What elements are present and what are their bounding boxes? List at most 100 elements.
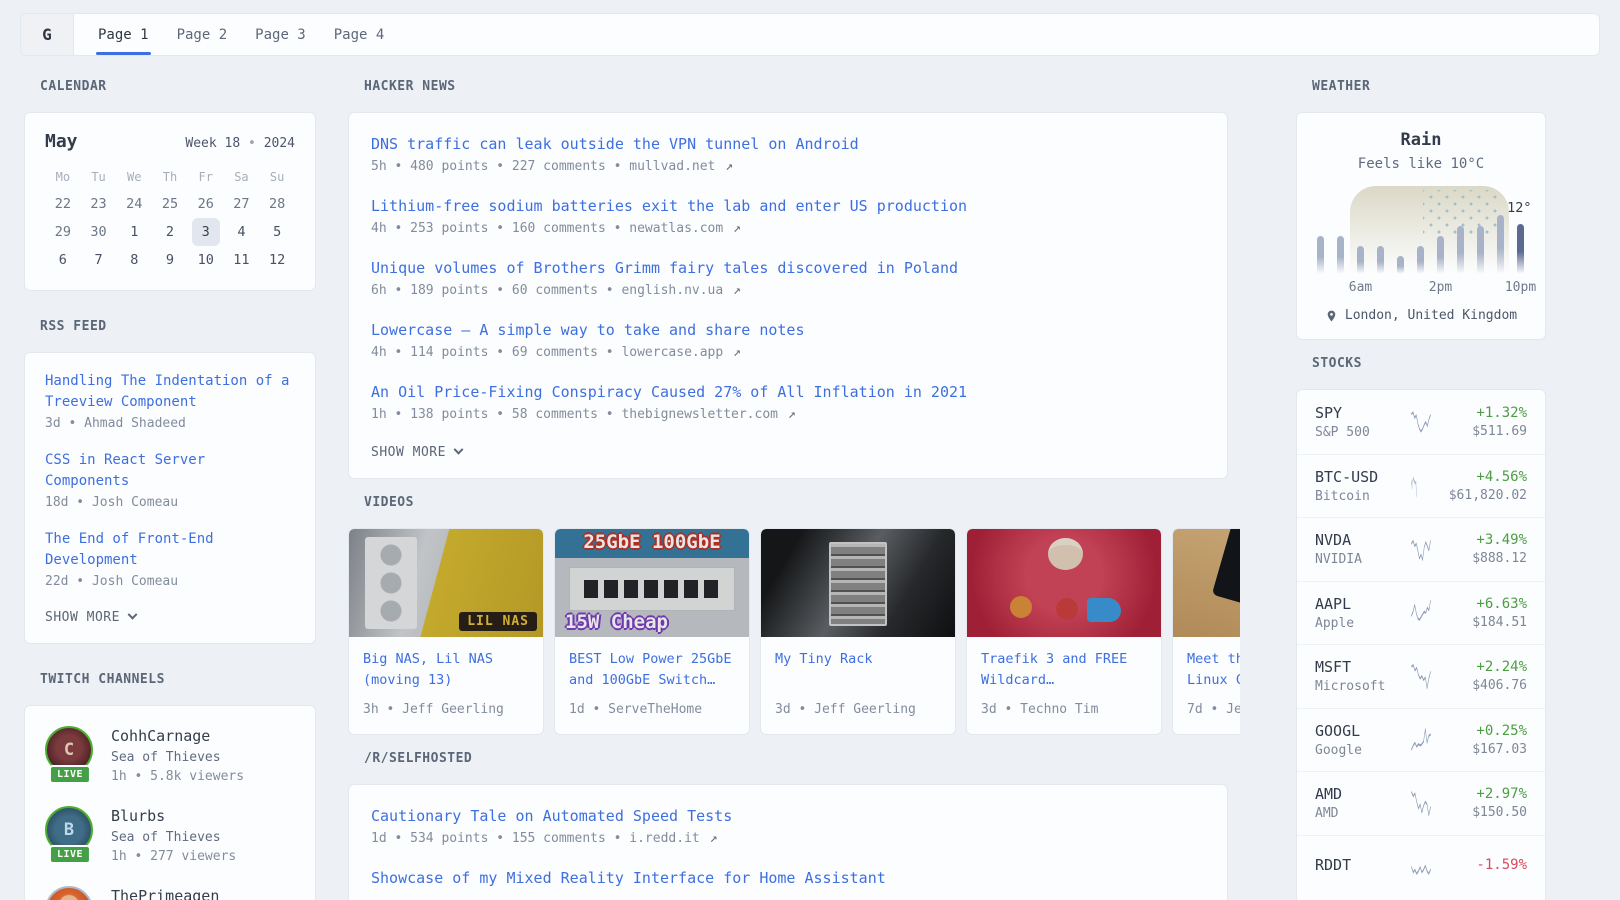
news-meta-text: 1d • 534 points • 155 comments • i.redd.… bbox=[371, 831, 700, 846]
app-logo[interactable]: G bbox=[21, 14, 74, 55]
news-item-link[interactable]: An Oil Price-Fixing Conspiracy Caused 27… bbox=[371, 381, 1205, 403]
stock-symbol: BTC-USD bbox=[1315, 468, 1411, 486]
stock-name: S&P 500 bbox=[1315, 425, 1411, 440]
top-nav: G Page 1 Page 2 Page 3 Page 4 bbox=[20, 13, 1600, 56]
weather-feels-like: Feels like 10°C bbox=[1313, 156, 1529, 172]
main-column: HACKER NEWS DNS traffic can leak outside… bbox=[348, 72, 1240, 900]
video-card[interactable]: Traefik 3 and FREE Wildcard… 3d • Techno… bbox=[966, 528, 1162, 735]
weekday-label: Sa bbox=[224, 170, 260, 184]
weather-bar bbox=[1377, 246, 1384, 274]
hacker-news-show-more-button[interactable]: SHOW MORE bbox=[371, 443, 462, 462]
stock-sparkline bbox=[1411, 598, 1431, 628]
stock-change: +6.63% bbox=[1431, 596, 1527, 612]
calendar-day: 23 bbox=[81, 190, 117, 218]
weather-bar bbox=[1417, 246, 1424, 274]
calendar-day: 12 bbox=[259, 246, 295, 274]
video-title-link[interactable]: Traefik 3 and FREE Wildcard… bbox=[981, 649, 1147, 691]
video-thumbnail[interactable]: LIL NAS bbox=[349, 529, 543, 637]
video-thumbnail[interactable] bbox=[967, 529, 1161, 637]
weather-time-label: 6am bbox=[1349, 280, 1372, 295]
video-meta: 1d • ServeTheHome bbox=[569, 702, 735, 717]
weather-condition: Rain bbox=[1313, 129, 1529, 151]
news-item-link[interactable]: Lowercase – A simple way to take and sha… bbox=[371, 319, 1205, 341]
video-title-link[interactable]: BEST Low Power 25GbE and 100GbE Switch… bbox=[569, 649, 735, 691]
calendar-day: 5 bbox=[259, 218, 295, 246]
video-info: My Tiny Rack 3d • Jeff Geerling bbox=[761, 637, 955, 717]
video-title-link[interactable]: My Tiny Rack bbox=[775, 649, 941, 691]
twitch-channel-info: ThePrimeagen bbox=[111, 886, 219, 900]
stock-change: +0.25% bbox=[1431, 723, 1527, 739]
stocks-card: SPYS&P 500 +1.32%$511.69 BTC-USDBitcoin … bbox=[1296, 389, 1546, 900]
stock-row[interactable]: NVDANVIDIA +3.49%$888.12 bbox=[1297, 517, 1545, 581]
thumbnail-text: LIL NAS bbox=[459, 612, 537, 631]
stock-row[interactable]: AMDAMD +2.97%$150.50 bbox=[1297, 771, 1545, 835]
stock-row[interactable]: SPYS&P 500 +1.32%$511.69 bbox=[1297, 390, 1545, 454]
show-more-label: SHOW MORE bbox=[45, 610, 120, 625]
stock-sparkline bbox=[1411, 661, 1431, 691]
twitch-game-link[interactable]: Sea of Thieves bbox=[111, 830, 236, 845]
weekday-label: We bbox=[116, 170, 152, 184]
news-meta-text: 4h • 253 points • 160 comments • newatla… bbox=[371, 221, 723, 236]
video-card[interactable]: My Tiny Rack 3d • Jeff Geerling bbox=[760, 528, 956, 735]
twitch-channel-info: CohhCarnage Sea of Thieves 1h • 5.8k vie… bbox=[111, 726, 244, 784]
video-card[interactable]: LIL NAS Big NAS, Lil NAS (moving 13) 3h … bbox=[348, 528, 544, 735]
stock-change: +2.24% bbox=[1431, 659, 1527, 675]
tab-page-3[interactable]: Page 3 bbox=[241, 14, 320, 55]
news-item: Lowercase – A simple way to take and sha… bbox=[371, 319, 1205, 360]
stock-sparkline bbox=[1411, 407, 1431, 437]
news-item-link[interactable]: Showcase of my Mixed Reality Interface f… bbox=[371, 867, 1205, 889]
twitch-channel-link[interactable]: Blurbs bbox=[111, 806, 236, 826]
rss-item-link[interactable]: The End of Front-End Development bbox=[45, 529, 295, 571]
twitch-channel-link[interactable]: CohhCarnage bbox=[111, 726, 244, 746]
news-item: DNS traffic can leak outside the VPN tun… bbox=[371, 133, 1205, 174]
video-title-link[interactable]: Meet the ne Linux Clus bbox=[1187, 649, 1240, 691]
hacker-news-heading: HACKER NEWS bbox=[364, 79, 1240, 95]
stock-row[interactable]: BTC-USDBitcoin +4.56%$61,820.02 bbox=[1297, 454, 1545, 518]
news-item-link[interactable]: DNS traffic can leak outside the VPN tun… bbox=[371, 133, 1205, 155]
twitch-heading: TWITCH CHANNELS bbox=[40, 672, 316, 688]
weather-widget: WEATHER Rain Feels like 10°C 6am2pm10pm1… bbox=[1296, 79, 1546, 340]
stock-price: $150.50 bbox=[1431, 805, 1527, 820]
stocks-widget: STOCKS SPYS&P 500 +1.32%$511.69 BTC-USDB… bbox=[1296, 356, 1546, 900]
stock-row[interactable]: AAPLApple +6.63%$184.51 bbox=[1297, 581, 1545, 645]
stock-name: AMD bbox=[1315, 806, 1411, 821]
news-meta-text: 1h • 138 points • 58 comments • thebigne… bbox=[371, 407, 778, 422]
video-title-link[interactable]: Big NAS, Lil NAS (moving 13) bbox=[363, 649, 529, 691]
tab-page-4[interactable]: Page 4 bbox=[320, 14, 399, 55]
daylight-region bbox=[1350, 186, 1509, 274]
twitch-avatar-wrap: C LIVE bbox=[45, 726, 95, 782]
twitch-game-link[interactable]: Sea of Thieves bbox=[111, 750, 244, 765]
rss-show-more-button[interactable]: SHOW MORE bbox=[45, 608, 136, 627]
tab-page-2[interactable]: Page 2 bbox=[163, 14, 242, 55]
calendar-week-year: Week 18 • 2024 bbox=[185, 136, 295, 151]
stock-row[interactable]: RDDT -1.59% bbox=[1297, 835, 1545, 899]
video-thumbnail[interactable]: FAS bbox=[1173, 529, 1240, 637]
rss-item-link[interactable]: CSS in React Server Components bbox=[45, 450, 295, 492]
news-item-link[interactable]: Lithium-free sodium batteries exit the l… bbox=[371, 195, 1205, 217]
video-thumbnail[interactable]: 25GbE 100GbE 15W Cheap bbox=[555, 529, 749, 637]
weather-bar bbox=[1497, 215, 1504, 274]
calendar-day: 27 bbox=[224, 190, 260, 218]
twitch-channel-info: Blurbs Sea of Thieves 1h • 277 viewers bbox=[111, 806, 236, 864]
videos-carousel: LIL NAS Big NAS, Lil NAS (moving 13) 3h … bbox=[348, 528, 1240, 735]
video-card[interactable]: 25GbE 100GbE 15W Cheap BEST Low Power 25… bbox=[554, 528, 750, 735]
weather-card: Rain Feels like 10°C 6am2pm10pm12° Londo… bbox=[1296, 112, 1546, 340]
stock-row[interactable]: MSFTMicrosoft +2.24%$406.76 bbox=[1297, 644, 1545, 708]
stock-symbol: MSFT bbox=[1315, 658, 1411, 676]
video-card[interactable]: FAS Meet the ne Linux Clus 7d • Jeff G bbox=[1172, 528, 1240, 735]
rss-widget: RSS FEED Handling The Indentation of a T… bbox=[24, 319, 316, 644]
video-meta: 3d • Techno Tim bbox=[981, 702, 1147, 717]
video-title-line: BEST Low Power 25GbE bbox=[569, 649, 735, 670]
stock-row[interactable]: GOOGLGoogle +0.25%$167.03 bbox=[1297, 708, 1545, 772]
calendar-week: Week 18 bbox=[185, 136, 240, 151]
video-thumbnail[interactable] bbox=[761, 529, 955, 637]
news-item-link[interactable]: Unique volumes of Brothers Grimm fairy t… bbox=[371, 257, 1205, 279]
external-link-icon: ↗ bbox=[710, 831, 718, 846]
calendar-day: 8 bbox=[116, 246, 152, 274]
rss-item-link[interactable]: Handling The Indentation of a Treeview C… bbox=[45, 371, 295, 413]
twitch-channel-link[interactable]: ThePrimeagen bbox=[111, 886, 219, 900]
news-item-link[interactable]: Cautionary Tale on Automated Speed Tests bbox=[371, 805, 1205, 827]
calendar-day: 6 bbox=[45, 246, 81, 274]
tab-page-1[interactable]: Page 1 bbox=[84, 14, 163, 55]
video-title-line: Big NAS, Lil NAS bbox=[363, 649, 529, 670]
